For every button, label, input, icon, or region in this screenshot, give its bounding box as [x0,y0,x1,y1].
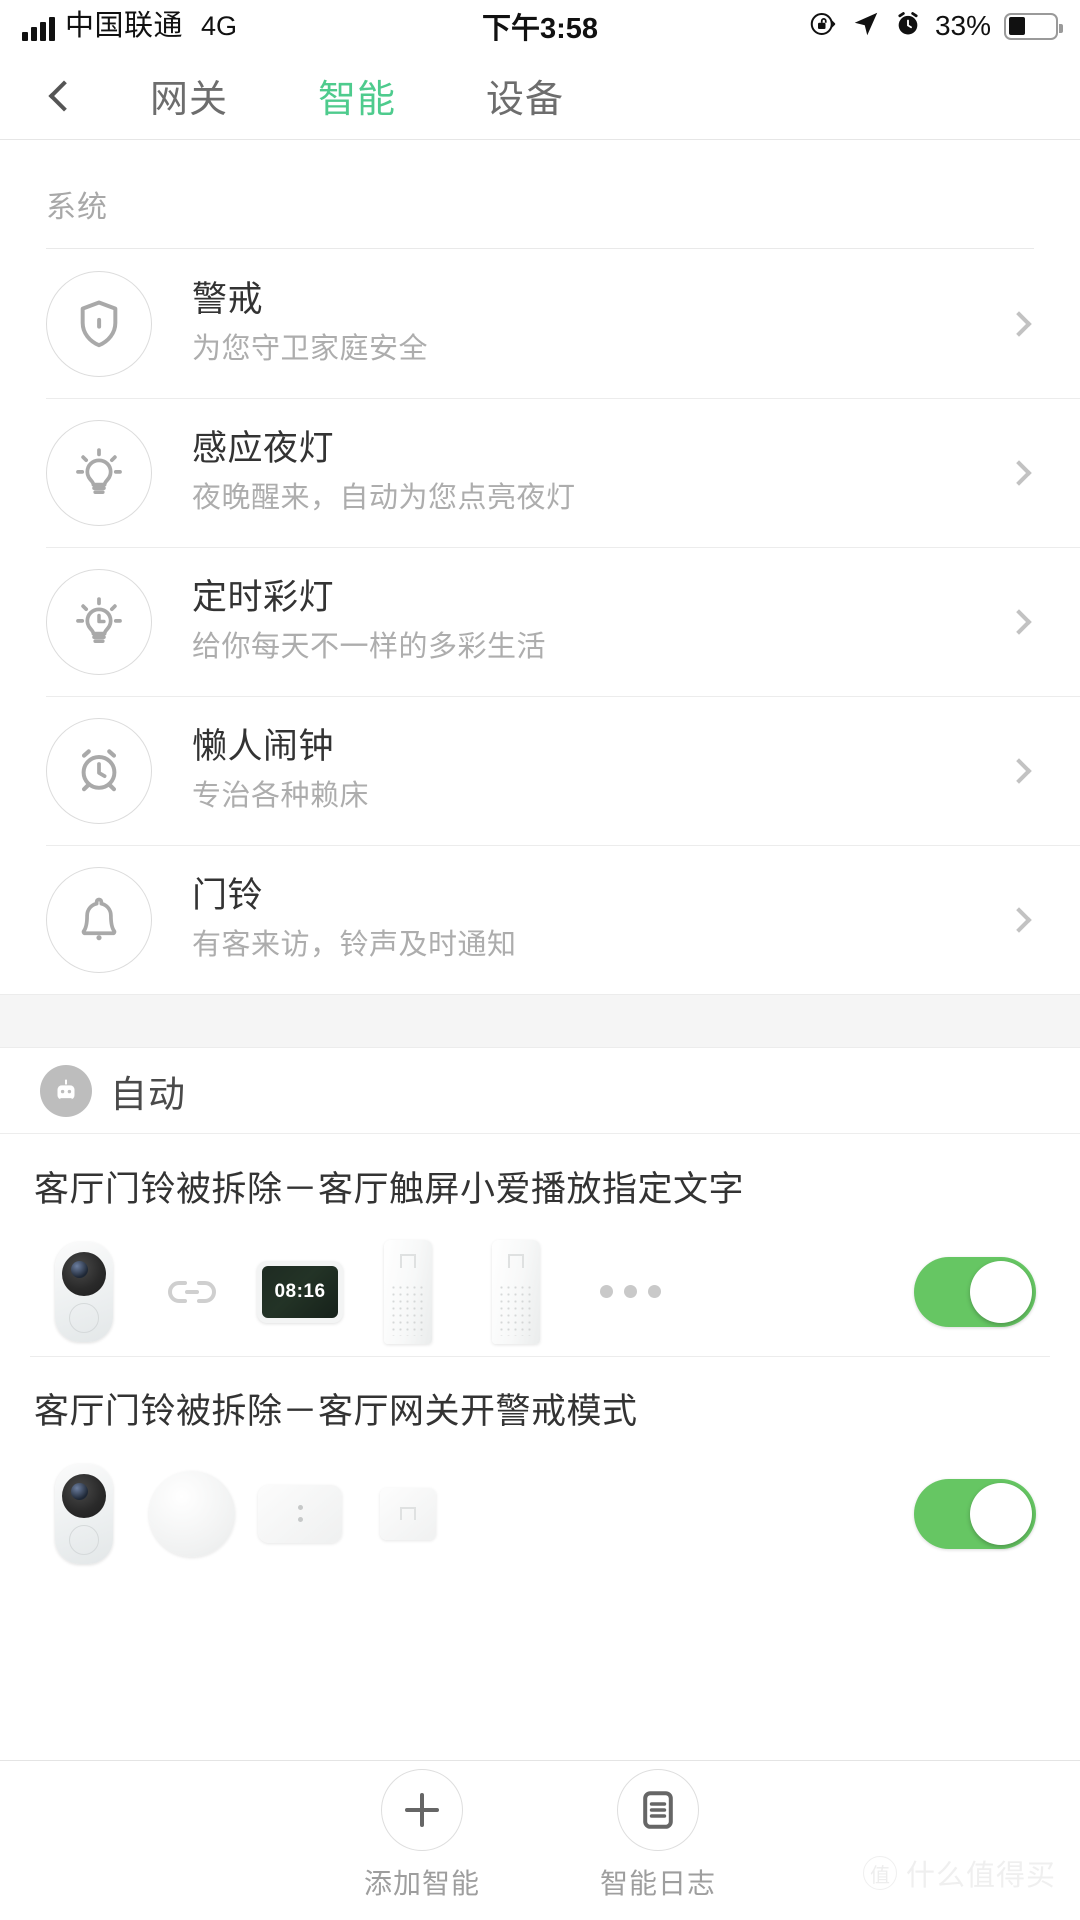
automation-device-row [30,1450,1050,1578]
system-item-title: 感应夜灯 [192,429,335,469]
chevron-right-icon [1006,757,1032,784]
alarm-clock-icon [46,717,152,824]
automation-name: 客厅门铃被拆除－客厅网关开警戒模式 [34,1391,638,1431]
system-item-text: 定时彩灯 给你每天不一样的多彩生活 [192,576,1010,666]
chevron-right-icon [1006,608,1032,635]
watermark-mark: 值 [862,1856,897,1890]
tab-bar: 网关 智能 设备 [150,68,564,123]
system-item-subtitle: 为您守卫家庭安全 [192,333,429,366]
system-item-text: 门铃 有客来访，铃声及时通知 [192,874,1010,964]
system-item-title: 门铃 [192,876,264,916]
automation-log-label: 智能日志 [600,1868,717,1899]
chevron-right-icon [1006,906,1032,933]
system-item-doorbell[interactable]: 门铃 有客来访，铃声及时通知 [0,845,1080,994]
tab-devices[interactable]: 设备 [486,68,564,123]
system-item-subtitle: 专治各种赖床 [192,780,370,813]
chevron-left-icon [48,79,80,112]
carrier-label: 中国联通 [65,10,184,42]
system-item-guard[interactable]: 警戒 为您守卫家庭安全 [0,249,1080,398]
plus-icon [380,1769,463,1851]
automation-item[interactable]: 客厅门铃被拆除－客厅触屏小爱播放指定文字 08:16 [0,1134,1080,1356]
status-bar-right: 33% [808,9,1063,44]
system-item-text: 警戒 为您守卫家庭安全 [192,278,1010,368]
status-bar: 中国联通 4G 下午3:58 33% [0,0,1080,52]
battery-percent-label: 33% [934,10,991,41]
robot-icon [40,1064,92,1117]
shield-icon [46,270,152,377]
switch-panel-thumb [246,1460,354,1568]
ellipsis-icon [600,1285,661,1299]
bell-icon [46,866,152,973]
system-item-subtitle: 有客来访，铃声及时通知 [192,929,517,962]
location-arrow-icon [851,9,881,44]
tab-smart[interactable]: 智能 [318,68,396,123]
automation-log-button[interactable]: 智能日志 [600,1769,716,1902]
device-thumbnails [30,1460,914,1568]
system-item-timed-color-light[interactable]: 定时彩灯 给你每天不一样的多彩生活 [0,547,1080,696]
status-bar-left: 中国联通 4G [22,11,237,41]
automation-name: 客厅门铃被拆除－客厅触屏小爱播放指定文字 [34,1170,745,1209]
device-thumbnails: 08:16 [30,1238,914,1346]
system-item-title: 定时彩灯 [192,578,335,618]
section-gap-band [0,994,1080,1048]
automation-toggle[interactable] [914,1256,1036,1327]
link-icon [138,1238,246,1346]
doorbell-camera-thumb [30,1238,138,1346]
system-item-text: 感应夜灯 夜晚醒来，自动为您点亮夜灯 [192,427,1010,517]
system-item-title: 警戒 [192,280,264,320]
lightbulb-icon [46,419,152,526]
mi-plug-thumb [354,1460,462,1568]
automation-item[interactable]: 客厅门铃被拆除－客厅网关开警戒模式 [0,1355,1080,1578]
signal-bars-icon [22,15,55,41]
mi-speaker-thumb [354,1238,462,1346]
auto-section-title: 自动 [110,1073,186,1115]
doorbell-camera-thumb [30,1460,138,1568]
bottom-toolbar: 添加智能 智能日志 [0,1760,1080,1920]
back-button[interactable] [0,52,120,139]
system-section-header: 系统 [46,191,108,224]
chevron-right-icon [1006,459,1032,486]
rotation-lock-icon [808,9,838,44]
automation-device-row: 08:16 [30,1228,1050,1356]
alarm-clock-icon [894,10,922,43]
system-item-subtitle: 夜晚醒来，自动为您点亮夜灯 [192,482,576,515]
system-item-lazy-alarm[interactable]: 懒人闹钟 专治各种赖床 [0,696,1080,845]
network-type-label: 4G [201,11,238,41]
mi-speaker-thumb [462,1238,570,1346]
document-icon [617,1769,699,1851]
display-clock-label: 08:16 [262,1265,338,1318]
battery-icon [1004,12,1063,40]
chevron-right-icon [1006,310,1032,337]
tab-gateway[interactable]: 网关 [150,68,228,123]
navigation-bar: 网关 智能 设备 [0,52,1080,140]
system-section: 系统 警戒 为您守卫家庭安全 感应夜灯 夜晚醒来，自动为您点亮夜灯 定时彩灯 给… [0,140,1080,994]
gateway-thumb [138,1460,246,1568]
system-item-night-light[interactable]: 感应夜灯 夜晚醒来，自动为您点亮夜灯 [0,398,1080,547]
auto-section-header: 自动 [0,1048,1080,1134]
watermark: 值 什么值得买 [862,1852,1056,1894]
lightbulb-clock-icon [46,568,152,675]
add-automation-button[interactable]: 添加智能 [364,1769,480,1902]
automation-toggle[interactable] [914,1478,1036,1549]
system-item-subtitle: 给你每天不一样的多彩生活 [192,631,547,664]
system-item-text: 懒人闹钟 专治各种赖床 [192,725,1010,815]
system-item-title: 懒人闹钟 [192,727,335,767]
smart-display-thumb: 08:16 [246,1238,354,1346]
watermark-text: 什么值得买 [905,1860,1056,1892]
add-automation-label: 添加智能 [363,1868,480,1899]
